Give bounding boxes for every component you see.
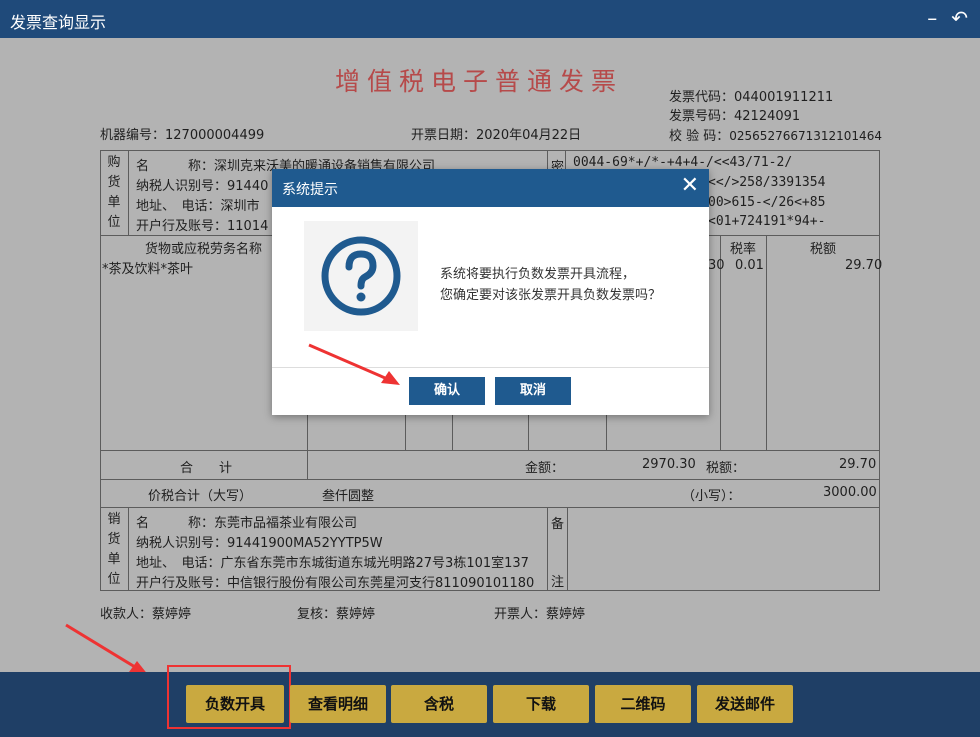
tax-included-button[interactable]: 含税 [391, 685, 487, 723]
bottom-toolbar [0, 672, 980, 737]
download-button[interactable]: 下载 [493, 685, 589, 723]
qrcode-button[interactable]: 二维码 [595, 685, 691, 723]
send-email-button[interactable]: 发送邮件 [697, 685, 793, 723]
annotation-arrows [65, 343, 400, 676]
view-details-button[interactable]: 查看明细 [290, 685, 386, 723]
negative-invoice-button[interactable]: 负数开具 [186, 685, 284, 723]
